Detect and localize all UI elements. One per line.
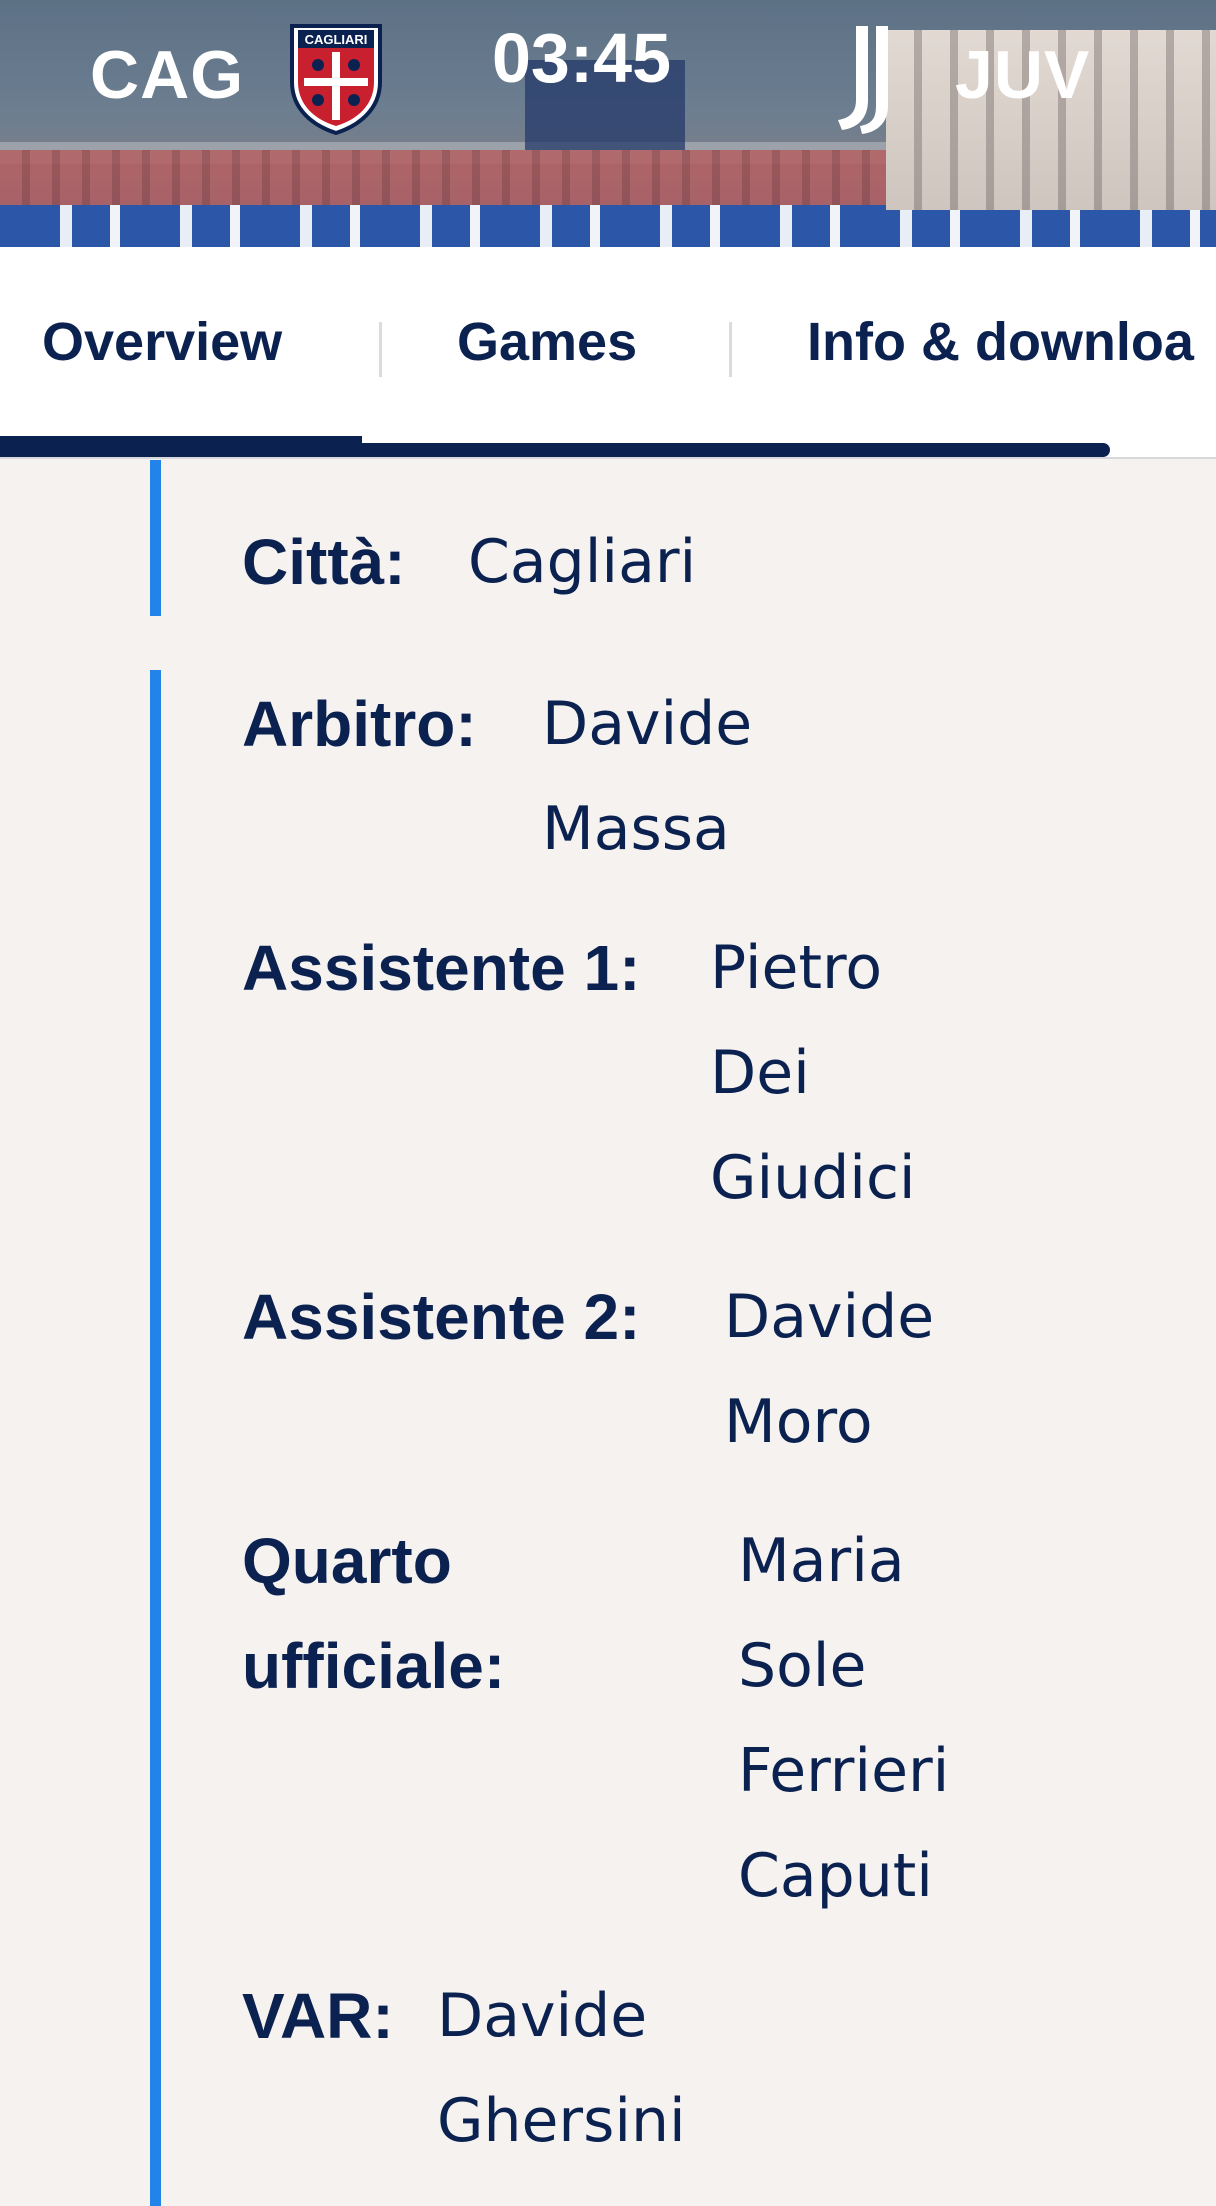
assistant-2-label: Assistente 2:	[242, 1281, 641, 1353]
var-value: Davide Ghersini	[437, 1981, 686, 2156]
tab-divider	[379, 322, 382, 377]
tab-games[interactable]: Games	[457, 311, 637, 373]
tab-bar: Overview Games Info & downloa	[0, 247, 1216, 459]
home-team-abbr: CAG	[90, 37, 245, 113]
match-clock: 03:45	[492, 19, 672, 97]
cagliari-crest-icon: CAGLIARI	[290, 24, 382, 135]
fourth-official-label: Quarto ufficiale:	[242, 1525, 506, 1702]
active-tab-indicator	[0, 436, 362, 448]
juventus-logo-icon	[838, 26, 888, 134]
city-accent-bar	[150, 460, 161, 616]
referee-label: Arbitro:	[242, 688, 477, 760]
var-label: VAR:	[242, 1980, 394, 2052]
city-label: Città:	[242, 526, 406, 598]
stadium-seats	[0, 205, 1216, 247]
assistant-1-label: Assistente 1:	[242, 932, 641, 1004]
tab-info-downloads[interactable]: Info & downloa	[807, 311, 1194, 373]
match-header: CAG CAGLIARI 03:45 JUV	[0, 0, 1216, 247]
officials-accent-bar	[150, 670, 161, 2206]
tab-overview[interactable]: Overview	[42, 311, 282, 373]
referee-value: Davide Massa	[542, 689, 753, 864]
city-value: Cagliari	[468, 527, 697, 597]
crest-text: CAGLIARI	[305, 32, 368, 47]
away-team-abbr: JUV	[955, 37, 1091, 113]
assistant-2-value: Davide Moro	[724, 1282, 935, 1457]
assistant-1-value: Pietro Dei Giudici	[710, 933, 916, 1213]
fourth-official-value: Maria Sole Ferrieri Caputi	[738, 1526, 950, 1911]
tab-divider	[729, 322, 732, 377]
